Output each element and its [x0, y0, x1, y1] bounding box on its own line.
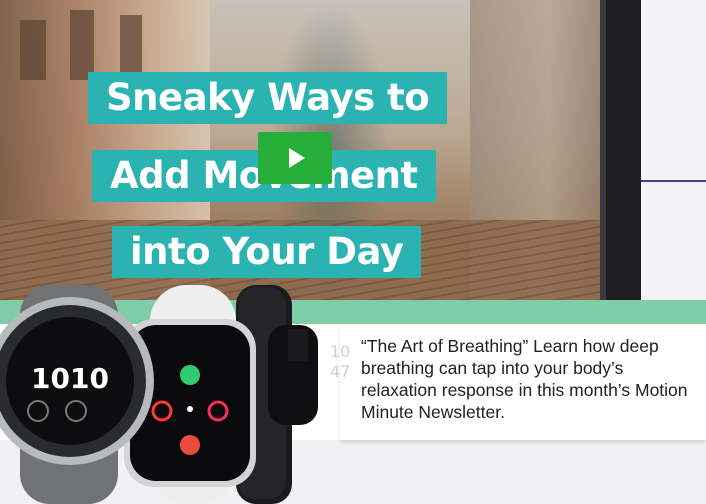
building-window: [70, 10, 94, 80]
play-icon: [289, 148, 305, 168]
building-window: [120, 15, 142, 75]
building-window: [20, 20, 46, 80]
svg-text:47: 47: [330, 362, 350, 381]
play-button[interactable]: [258, 132, 332, 184]
svg-text:10: 10: [330, 342, 350, 361]
video-title-line-3: into Your Day: [112, 226, 422, 278]
video-title-line-1: Sneaky Ways to: [88, 72, 448, 124]
video-thumbnail[interactable]: Sneaky Ways to Add Movement into Your Da…: [0, 0, 600, 300]
watch-time: 1010: [31, 362, 109, 395]
feature-blurb: “The Art of Breathing” Learn how deep br…: [361, 336, 688, 422]
smartwatches-image: 10 47 1010: [0, 285, 350, 504]
device-frame-edge: [600, 0, 641, 300]
divider-line: [641, 180, 706, 182]
